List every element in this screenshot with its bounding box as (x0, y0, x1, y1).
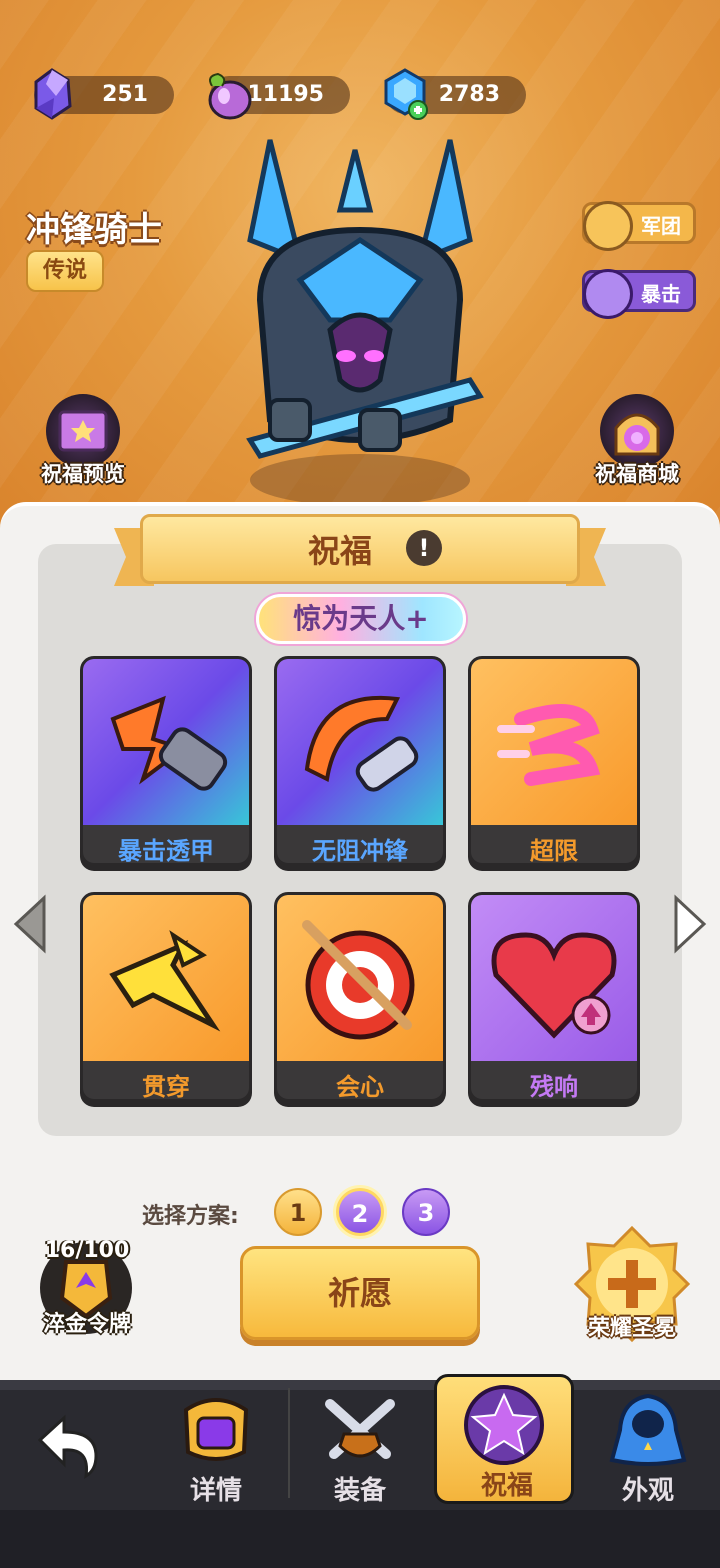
blessing-card[interactable]: 贯穿 (80, 892, 252, 1102)
tag-crit[interactable]: 暴击 (582, 269, 696, 319)
helmet-icon (183, 1398, 249, 1461)
tab-details[interactable]: 详情 (146, 1390, 286, 1508)
resource-value: 11195 (247, 82, 324, 107)
heart-icon (471, 895, 637, 1061)
cloak-icon (609, 1393, 687, 1466)
hero-name: 冲锋骑士 (26, 210, 162, 250)
book-icon (46, 394, 120, 468)
blessing-shop-button[interactable]: 祝福商城 (582, 394, 692, 494)
nav-label: 装备 (333, 1476, 386, 1506)
resource-potion[interactable]: 11195 (208, 72, 350, 120)
prev-arrow-icon[interactable] (12, 894, 48, 954)
blessing-card[interactable]: 残响 (468, 892, 640, 1102)
tag-label: 军团 (641, 214, 681, 238)
plan-label: 选择方案: (142, 1204, 239, 1229)
gold-token-button[interactable]: 16/100 淬金令牌 (32, 1234, 142, 1344)
token-count: 16/100 (44, 1238, 130, 1263)
tab-blessing[interactable]: 祝福 (434, 1374, 574, 1504)
resource-value: 2783 (438, 82, 500, 107)
crown-label: 荣耀圣冕 (587, 1316, 676, 1341)
next-arrow-icon[interactable] (672, 894, 708, 954)
token-label: 淬金令牌 (42, 1312, 131, 1337)
hero-knight-image (246, 139, 484, 506)
blessing-preview-button[interactable]: 祝福预览 (28, 394, 138, 494)
info-icon[interactable]: ! (406, 530, 442, 566)
blessing-card[interactable]: 会心 (274, 892, 446, 1102)
pierce-arrow-icon (83, 895, 249, 1061)
gem-plus-icon (384, 68, 428, 120)
plan-option-3[interactable]: 3 (402, 1188, 450, 1236)
resource-crystal[interactable]: 251 (34, 68, 174, 120)
nav-label: 外观 (621, 1476, 674, 1506)
back-button[interactable] (0, 1390, 140, 1508)
card-name: 超限 (530, 837, 578, 865)
tab-appearance[interactable]: 外观 (578, 1390, 718, 1508)
back-arrow-icon (37, 1414, 98, 1479)
portal-icon (600, 394, 674, 468)
crit-icon (583, 269, 633, 319)
plan-option-2[interactable]: 2 (336, 1188, 384, 1236)
armor-pierce-icon (83, 659, 249, 825)
target-icon (277, 895, 443, 1061)
tag-label: 暴击 (641, 282, 681, 306)
shop-label: 祝福商城 (595, 462, 679, 486)
quality-badge: 惊为天人+ (256, 594, 466, 644)
glory-crown-button[interactable]: 荣耀圣冕 (570, 1222, 694, 1346)
plan-option-1[interactable]: 1 (274, 1188, 322, 1236)
blessing-card[interactable]: 超限 (468, 656, 640, 866)
card-name: 无阻冲锋 (312, 837, 408, 865)
card-name: 会心 (336, 1073, 384, 1101)
panel-title: 祝福 (307, 532, 372, 570)
potion-icon (208, 72, 252, 120)
rarity-badge: 传说 (26, 250, 104, 292)
resource-gem[interactable]: 2783 (384, 68, 526, 120)
star-orb-icon (464, 1385, 544, 1465)
panel-ribbon: 祝福 ! (114, 514, 606, 586)
tab-equipment[interactable]: 装备 (290, 1390, 430, 1508)
resource-value: 251 (102, 82, 148, 107)
tag-legion[interactable]: 军团 (582, 201, 696, 251)
blessing-card[interactable]: 无阻冲锋 (274, 656, 446, 866)
charge-icon (277, 659, 443, 825)
card-name: 暴击透甲 (118, 837, 214, 865)
legion-icon (583, 201, 633, 251)
preview-label: 祝福预览 (41, 462, 125, 486)
wish-button[interactable]: 祈愿 (240, 1246, 480, 1340)
blessing-card[interactable]: 暴击透甲 (80, 656, 252, 866)
overlimit-icon (471, 659, 637, 825)
crossed-swords-icon (325, 1399, 395, 1459)
nav-label: 详情 (189, 1476, 242, 1506)
card-name: 贯穿 (142, 1073, 190, 1101)
nav-label: 祝福 (480, 1471, 533, 1501)
crystal-icon (34, 68, 72, 120)
card-name: 残响 (530, 1073, 578, 1101)
